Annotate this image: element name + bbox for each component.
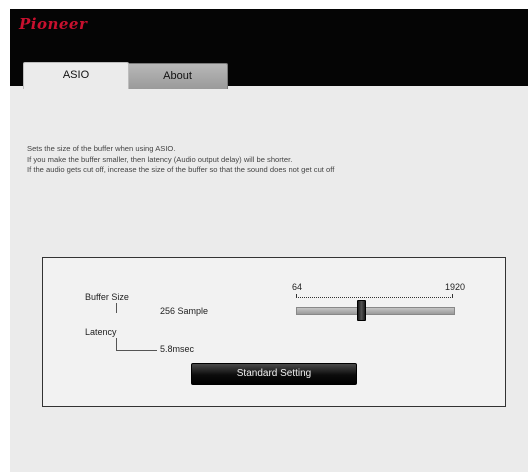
latency-connector [116,338,157,351]
tab-asio[interactable]: ASIO [23,62,129,89]
pioneer-logo: Pioneer [19,15,88,33]
latency-value: 5.8msec [160,344,195,354]
buffer-size-slider-track[interactable] [296,307,455,315]
buffer-size-slider-thumb[interactable] [357,300,367,321]
latency-label: Latency [85,327,117,337]
description-text: Sets the size of the buffer when using A… [27,144,517,176]
asio-settings-window: Pioneer ASIO About Sets the size of the … [10,9,528,472]
scale-tick-min [296,294,297,298]
slider-scale [296,294,453,298]
tab-about-label: About [163,70,192,82]
description-line: Sets the size of the buffer when using A… [27,144,176,153]
slider-max-label: 1920 [445,282,466,292]
scale-tick-max [452,294,453,298]
tab-asio-label: ASIO [62,69,90,81]
header-bar: Pioneer ASIO About [10,9,528,89]
buffer-settings-panel: Buffer Size 256 Sample Latency 5.8msec 6… [42,257,506,407]
buffer-size-value: 256 Sample [160,306,209,316]
description-line: If you make the buffer smaller, then lat… [27,154,293,164]
standard-setting-button[interactable]: Standard Setting [191,363,357,385]
buffer-size-label: Buffer Size [85,292,129,302]
description-line: If the audio gets cut off, increase the … [27,165,335,174]
buffer-size-connector [116,303,157,313]
tab-about[interactable]: About [127,63,228,89]
slider-min-label: 64 [292,282,303,292]
